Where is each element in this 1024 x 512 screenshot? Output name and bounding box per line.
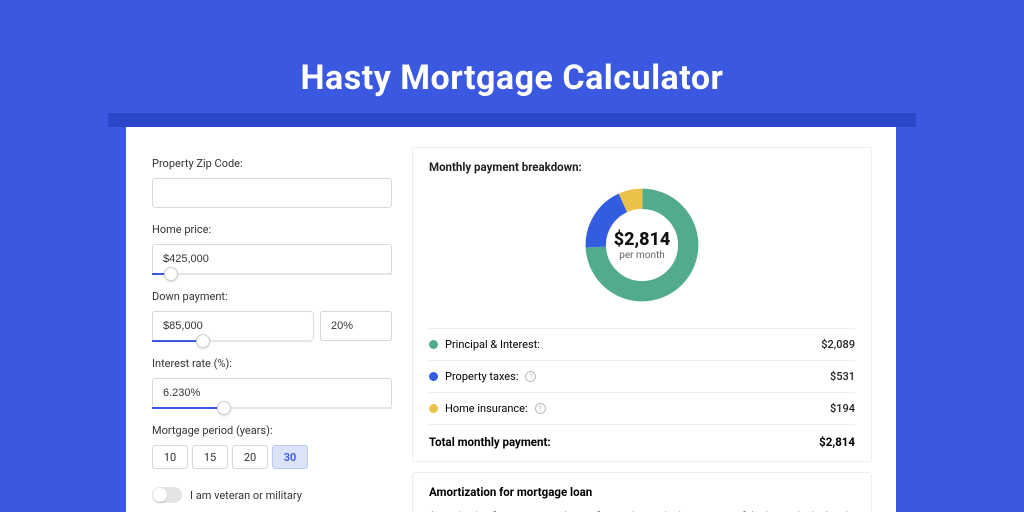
- interest-slider-thumb[interactable]: [217, 401, 231, 415]
- breakdown-value-taxes: $531: [830, 370, 855, 383]
- donut-chart-wrap: $2,814 per month: [429, 184, 855, 310]
- zip-input[interactable]: [152, 178, 392, 208]
- period-option-20[interactable]: 20: [232, 445, 268, 469]
- donut-total-value: $2,814: [614, 229, 671, 250]
- breakdown-title: Monthly payment breakdown:: [429, 160, 855, 174]
- breakdown-total-row: Total monthly payment: $2,814: [429, 424, 855, 449]
- period-option-10[interactable]: 10: [152, 445, 188, 469]
- interest-slider[interactable]: [152, 407, 392, 409]
- home-price-label: Home price:: [152, 223, 392, 236]
- breakdown-label-principal: Principal & Interest:: [445, 338, 540, 351]
- page-background: Hasty Mortgage Calculator Property Zip C…: [0, 0, 1024, 512]
- breakdown-panel: Monthly payment breakdown: $2,814 per mo…: [412, 147, 872, 462]
- down-payment-row: Down payment:: [152, 290, 392, 342]
- down-payment-percent-input[interactable]: [320, 311, 392, 341]
- breakdown-value-insurance: $194: [830, 402, 855, 415]
- info-icon[interactable]: ?: [525, 371, 536, 382]
- dot-insurance-icon: [429, 404, 438, 413]
- down-payment-slider[interactable]: [152, 340, 312, 342]
- page-title: Hasty Mortgage Calculator: [0, 0, 1024, 98]
- breakdown-line-taxes: Property taxes: ? $531: [429, 360, 855, 392]
- donut-center: $2,814 per month: [581, 184, 703, 306]
- breakdown-label-insurance: Home insurance:: [445, 402, 528, 415]
- period-option-15[interactable]: 15: [192, 445, 228, 469]
- veteran-toggle-knob: [153, 488, 167, 502]
- interest-slider-fill: [152, 407, 224, 409]
- down-payment-label: Down payment:: [152, 290, 392, 303]
- period-options: 10 15 20 30: [152, 445, 392, 469]
- breakdown-label-taxes: Property taxes:: [445, 370, 518, 383]
- breakdown-total-value: $2,814: [819, 435, 855, 449]
- home-price-input[interactable]: [152, 244, 392, 274]
- calculator-card: Property Zip Code: Home price: Down paym…: [126, 127, 896, 512]
- dot-principal-icon: [429, 340, 438, 349]
- veteran-row: I am veteran or military: [152, 487, 392, 503]
- amortization-title: Amortization for mortgage loan: [429, 485, 855, 499]
- home-price-row: Home price:: [152, 223, 392, 275]
- dot-taxes-icon: [429, 372, 438, 381]
- breakdown-value-principal: $2,089: [821, 338, 855, 351]
- down-payment-slider-thumb[interactable]: [196, 334, 210, 348]
- period-label: Mortgage period (years):: [152, 424, 392, 437]
- amortization-panel: Amortization for mortgage loan Amortizat…: [412, 472, 872, 512]
- breakdown-line-insurance: Home insurance: ? $194: [429, 392, 855, 424]
- interest-input[interactable]: [152, 378, 392, 408]
- veteran-label: I am veteran or military: [190, 489, 302, 502]
- donut-chart: $2,814 per month: [581, 184, 703, 306]
- veteran-toggle[interactable]: [152, 487, 182, 503]
- donut-total-sub: per month: [619, 250, 665, 261]
- period-row: Mortgage period (years): 10 15 20 30: [152, 424, 392, 469]
- zip-row: Property Zip Code:: [152, 157, 392, 208]
- down-payment-amount-input[interactable]: [152, 311, 314, 341]
- home-price-slider-thumb[interactable]: [164, 267, 178, 281]
- info-icon[interactable]: ?: [535, 403, 546, 414]
- breakdown-total-label: Total monthly payment:: [429, 435, 551, 449]
- interest-row: Interest rate (%):: [152, 357, 392, 409]
- input-panel: Property Zip Code: Home price: Down paym…: [152, 157, 392, 503]
- card-top-accent: [108, 113, 916, 127]
- period-option-30[interactable]: 30: [272, 445, 308, 469]
- breakdown-line-principal: Principal & Interest: $2,089: [429, 328, 855, 360]
- home-price-slider[interactable]: [152, 273, 392, 275]
- interest-label: Interest rate (%):: [152, 357, 392, 370]
- zip-label: Property Zip Code:: [152, 157, 392, 170]
- results-panel: Monthly payment breakdown: $2,814 per mo…: [412, 147, 872, 512]
